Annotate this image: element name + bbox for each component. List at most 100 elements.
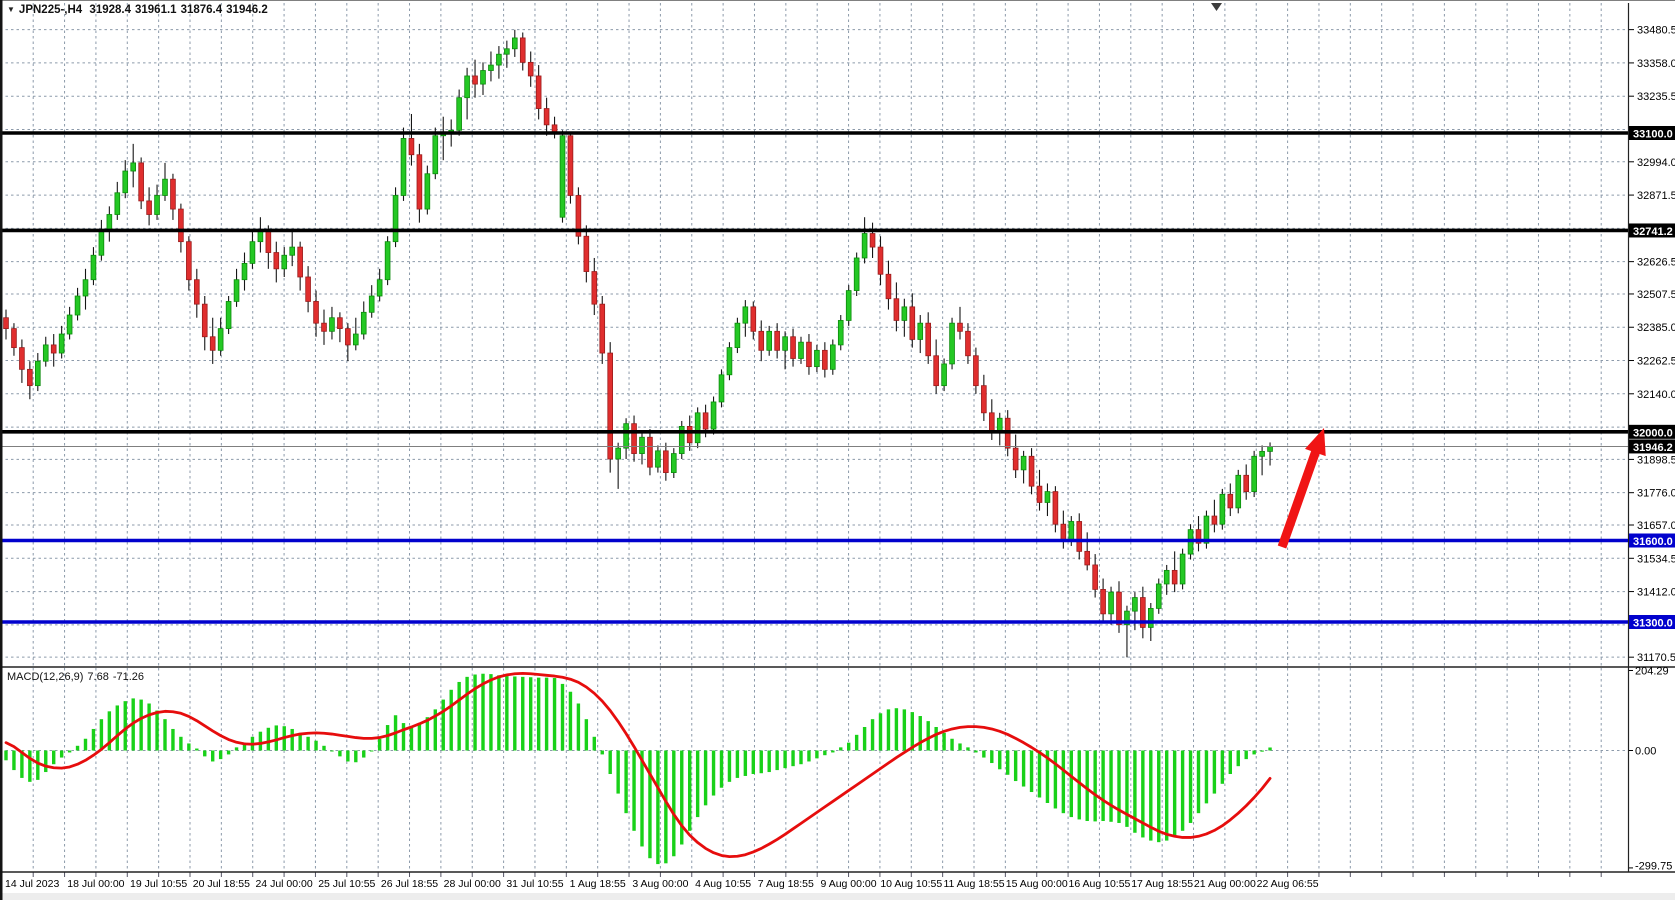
bear-candle bbox=[528, 62, 533, 76]
bull-candle bbox=[457, 98, 462, 131]
bull-candle bbox=[695, 413, 700, 443]
time-tick-label: 31 Jul 10:55 bbox=[506, 878, 563, 890]
bear-candle bbox=[592, 272, 597, 305]
bull-candle bbox=[727, 348, 732, 375]
macd-histogram-bar bbox=[92, 729, 95, 751]
bull-candle bbox=[735, 323, 740, 347]
macd-histogram-bar bbox=[1260, 751, 1263, 752]
time-tick-label: 18 Jul 00:00 bbox=[67, 878, 124, 890]
macd-histogram-bar bbox=[887, 709, 890, 750]
macd-histogram-bar bbox=[593, 737, 596, 751]
macd-histogram-bar bbox=[473, 675, 476, 751]
macd-histogram-bar bbox=[585, 719, 588, 750]
macd-histogram-bar bbox=[235, 747, 238, 750]
bull-candle bbox=[234, 280, 239, 302]
macd-histogram-bar bbox=[338, 751, 341, 757]
macd-histogram-bar bbox=[489, 674, 492, 750]
time-tick-label: 26 Jul 18:55 bbox=[381, 878, 438, 890]
macd-histogram-bar bbox=[195, 749, 198, 751]
macd-histogram-bar bbox=[155, 711, 158, 751]
bull-candle bbox=[75, 296, 80, 315]
macd-histogram-bar bbox=[1173, 751, 1176, 837]
macd-histogram-bar bbox=[720, 751, 723, 788]
bear-candle bbox=[1093, 565, 1098, 589]
macd-histogram-bar bbox=[616, 751, 619, 794]
ohlc-open: 31928.4 bbox=[89, 4, 131, 16]
bear-candle bbox=[568, 136, 573, 196]
bear-candle bbox=[147, 201, 152, 215]
bull-candle bbox=[1021, 456, 1026, 470]
macd-histogram-bar bbox=[744, 751, 747, 776]
bear-candle bbox=[878, 247, 883, 274]
macd-histogram-bar bbox=[68, 751, 71, 753]
bull-candle bbox=[83, 280, 88, 296]
bull-candle bbox=[1045, 492, 1050, 503]
bear-candle bbox=[1037, 486, 1042, 502]
collapse-triangle-icon[interactable]: ▼ bbox=[7, 5, 15, 14]
chart-shift-marker[interactable] bbox=[1211, 3, 1222, 11]
macd-histogram-bar bbox=[942, 733, 945, 751]
up-arrow-shaft bbox=[1282, 449, 1317, 547]
macd-histogram-bar bbox=[442, 700, 445, 751]
macd-histogram-bar bbox=[799, 751, 802, 765]
bear-candle bbox=[703, 413, 708, 429]
time-tick-label: 9 Aug 00:00 bbox=[821, 878, 877, 890]
macd-histogram-bar bbox=[465, 677, 468, 751]
macd-histogram-bar bbox=[306, 737, 309, 751]
time-axis[interactable]: 14 Jul 202318 Jul 00:0019 Jul 10:5520 Ju… bbox=[5, 878, 1319, 890]
bear-candle bbox=[608, 353, 613, 459]
bull-candle bbox=[242, 263, 247, 279]
bull-candle bbox=[123, 171, 128, 193]
bull-candle bbox=[282, 255, 287, 269]
macd-histogram-bar bbox=[418, 723, 421, 750]
macd-histogram-bar bbox=[1062, 751, 1065, 814]
ohlc-low: 31876.4 bbox=[181, 4, 223, 16]
macd-histogram-bar bbox=[1157, 751, 1160, 843]
macd-histogram-bar bbox=[688, 751, 691, 831]
macd-name: MACD(12,26,9) bbox=[7, 671, 83, 683]
svg-text:31600.0: 31600.0 bbox=[1633, 536, 1673, 548]
bear-candle bbox=[338, 318, 343, 329]
time-tick-label: 14 Jul 2023 bbox=[5, 878, 59, 890]
time-tick-label: 16 Aug 10:55 bbox=[1068, 878, 1130, 890]
bear-candle bbox=[958, 323, 963, 331]
bear-candle bbox=[409, 138, 414, 154]
macd-histogram-bar bbox=[545, 678, 548, 751]
chart-svg[interactable]: 33480.533358.033235.532994.032871.532626… bbox=[0, 0, 1675, 900]
bull-candle bbox=[155, 195, 160, 214]
macd-histogram-bar bbox=[330, 751, 333, 752]
macd-histogram-bar bbox=[1221, 751, 1224, 784]
bull-candle bbox=[290, 247, 295, 255]
hlines-layer[interactable] bbox=[0, 133, 1628, 622]
bear-candle bbox=[759, 331, 764, 350]
price-axis[interactable]: 33480.533358.033235.532994.032871.532626… bbox=[1629, 25, 1675, 873]
macd-histogram-bar bbox=[775, 751, 778, 771]
bull-candle bbox=[830, 345, 835, 369]
macd-histogram-bar bbox=[807, 751, 810, 762]
price-tick-label: 33480.5 bbox=[1637, 25, 1675, 37]
macd-histogram-bar bbox=[1213, 751, 1216, 794]
bull-candle bbox=[497, 54, 502, 65]
macd-histogram-bar bbox=[457, 682, 460, 751]
price-tick-label: 31534.5 bbox=[1637, 553, 1675, 565]
macd-histogram-bar bbox=[100, 719, 103, 750]
bull-candle bbox=[99, 231, 104, 255]
macd-histogram-bar bbox=[752, 751, 755, 775]
bull-candle bbox=[489, 65, 494, 70]
macd-histogram-bar bbox=[672, 751, 675, 857]
macd-histogram-bar bbox=[855, 735, 858, 751]
macd-histogram-bar bbox=[823, 751, 826, 756]
macd-histogram-bar bbox=[664, 751, 667, 864]
time-tick-label: 15 Aug 00:00 bbox=[1006, 878, 1068, 890]
bear-candle bbox=[1077, 521, 1082, 551]
macd-histogram-bar bbox=[736, 751, 739, 778]
macd-histogram-bar bbox=[815, 751, 818, 759]
time-tick-label: 10 Aug 10:55 bbox=[880, 878, 942, 890]
macd-histogram-bar bbox=[76, 746, 79, 751]
bull-candle bbox=[719, 375, 724, 402]
macd-histogram-bar bbox=[52, 751, 55, 765]
macd-histogram-bar bbox=[378, 739, 381, 751]
bear-candle bbox=[27, 369, 32, 385]
macd-histogram-bar bbox=[187, 743, 190, 750]
macd-histogram-bar bbox=[227, 751, 230, 755]
